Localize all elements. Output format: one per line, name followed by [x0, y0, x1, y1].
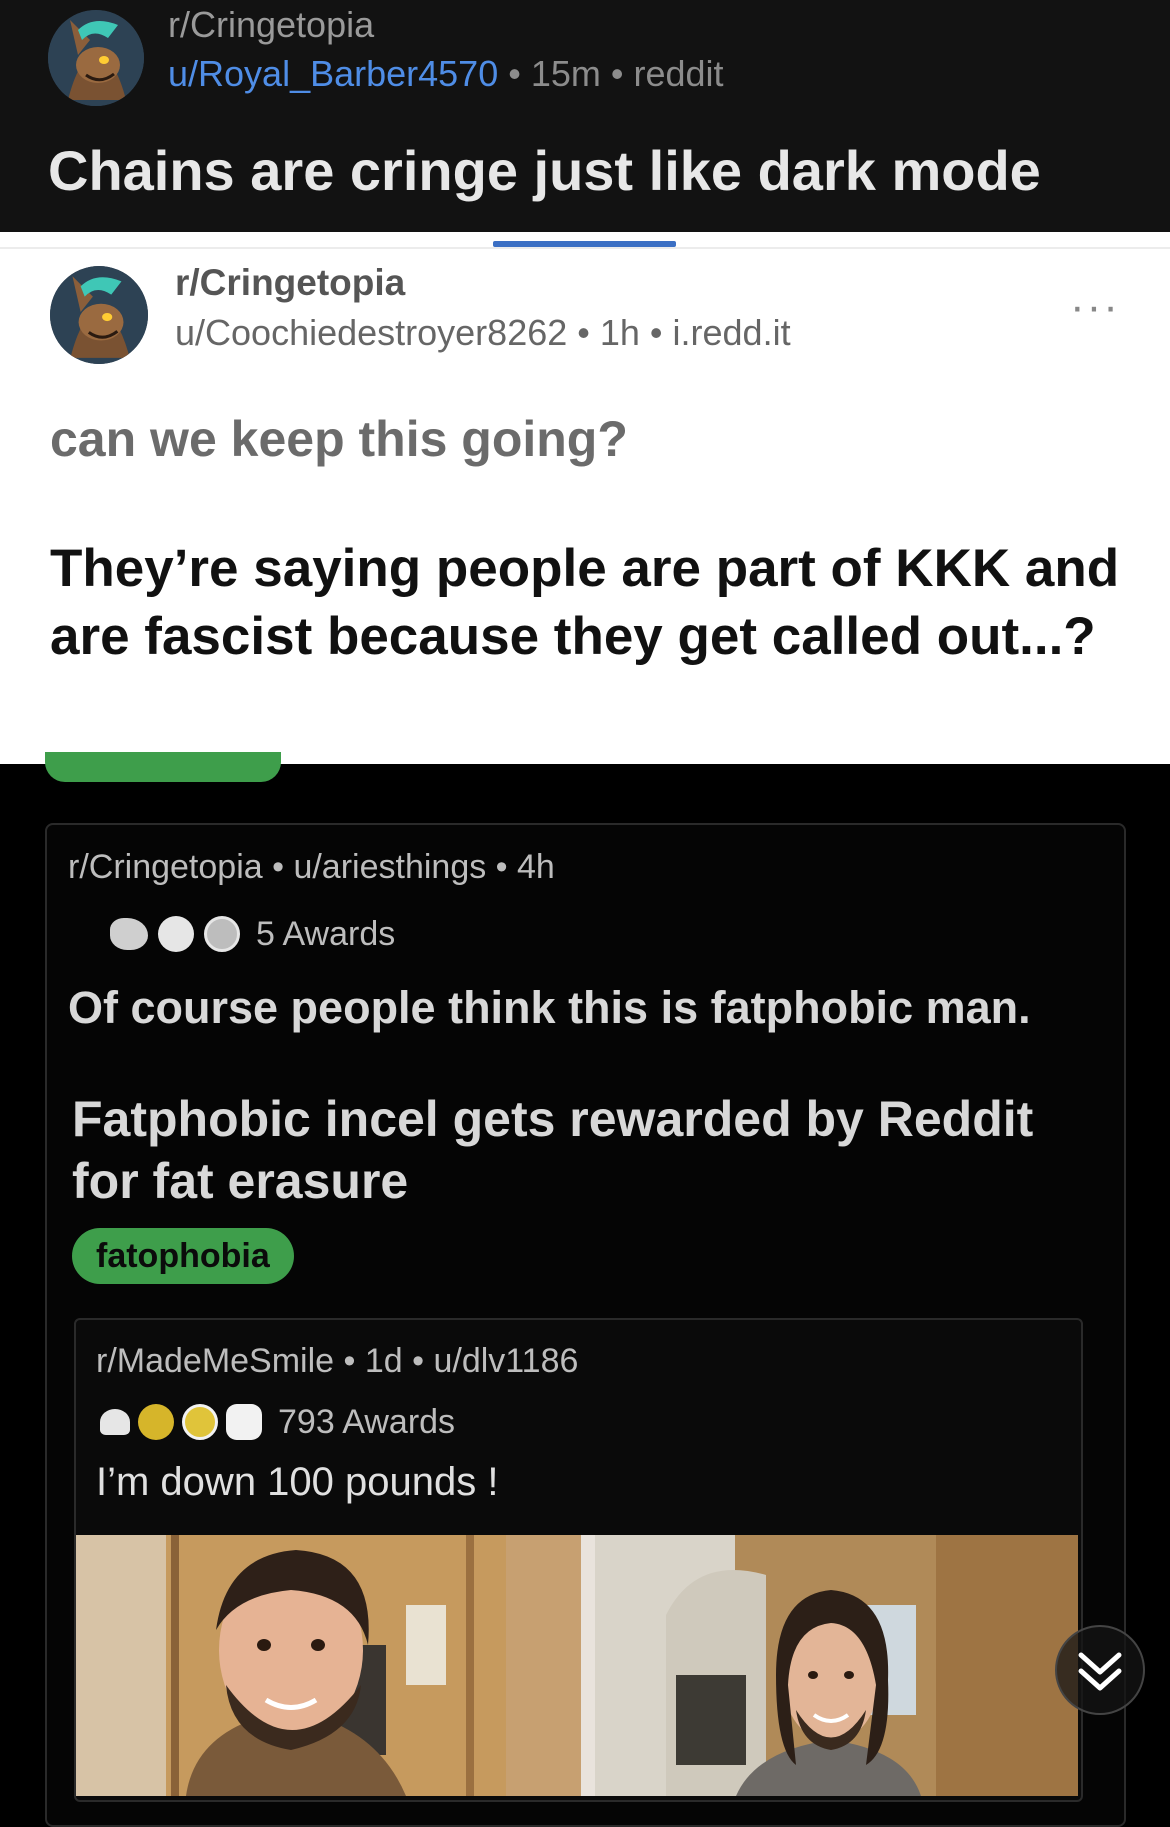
furry-avatar-icon[interactable] — [50, 266, 148, 364]
award-wholesome-icon — [226, 1404, 262, 1440]
card-subreddit-label[interactable]: r/Cringetopia — [175, 262, 405, 304]
embedded-post-1-meta: r/Cringetopia • u/ariesthings • 4h — [68, 848, 555, 886]
outer-post-meta: u/Royal_Barber4570 • 15m • reddit — [168, 53, 724, 95]
crosspost-card[interactable]: r/Cringetopia u/Coochiedestroyer8262 • 1… — [0, 232, 1170, 764]
cropped-flair-pill — [45, 752, 281, 782]
award-hat-icon — [100, 1409, 130, 1435]
award-count: 5 Awards — [256, 914, 396, 953]
outer-username-link[interactable]: u/Royal_Barber4570 — [168, 53, 498, 94]
flair-tag: fatophobia — [72, 1228, 294, 1284]
more-options-icon[interactable]: ··· — [1070, 282, 1120, 332]
embedded-post-1-title: Of course people think this is fatphobic… — [68, 982, 1031, 1033]
before-after-photo — [76, 1535, 1078, 1796]
award-rose-icon — [110, 918, 148, 950]
double-chevron-down-icon[interactable] — [1055, 1625, 1145, 1715]
embedded-post-1-awards: 5 Awards — [110, 912, 395, 956]
award-face-icon — [158, 916, 194, 952]
outer-subreddit-label[interactable]: r/Cringetopia — [168, 4, 374, 46]
outer-post-time-source: • 15m • reddit — [498, 53, 724, 94]
embedded-post-3-title: I’m down 100 pounds ! — [96, 1460, 499, 1504]
card-post-title: can we keep this going? — [50, 411, 628, 467]
embedded-post-2-meta: r/MadeMeSmile • 1d • u/dlv1186 — [96, 1342, 579, 1380]
award-coin-icon — [204, 916, 240, 952]
outer-post-title[interactable]: Chains are cringe just like dark mode — [48, 138, 1041, 203]
award-helmet-icon — [182, 1404, 218, 1440]
card-post-body: They’re saying people are part of KKK an… — [50, 539, 1120, 666]
embedded-post-2-title: Fatphobic incel gets rewarded by Reddit … — [72, 1091, 1034, 1209]
card-post-meta: u/Coochiedestroyer8262 • 1h • i.redd.it — [175, 312, 791, 353]
embedded-post-2-awards: 793 Awards — [100, 1400, 455, 1444]
award-gold-icon — [138, 1404, 174, 1440]
divider — [0, 247, 1170, 249]
award-count: 793 Awards — [278, 1402, 456, 1441]
furry-avatar-icon[interactable] — [48, 10, 144, 106]
